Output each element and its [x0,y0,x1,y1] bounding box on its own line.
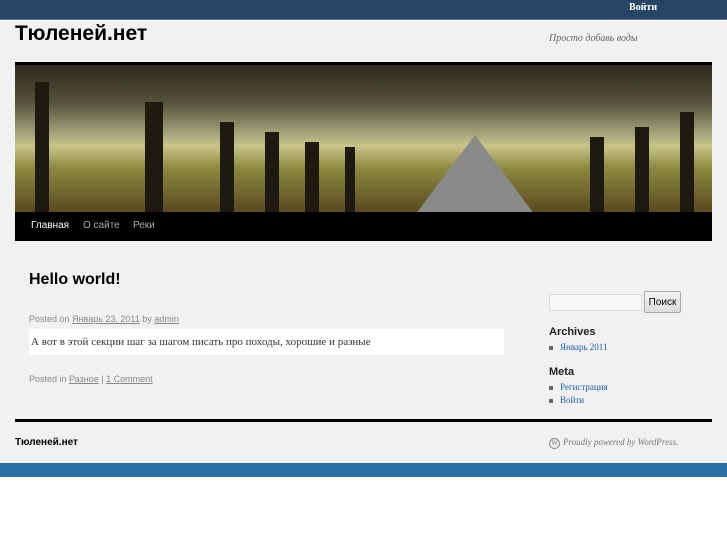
post-footer-meta: Posted in Разное | 1 Comment [29,374,153,384]
site-description: Просто добавь воды [549,33,638,44]
post-date-link[interactable]: Январь 23, 2011 [72,314,140,324]
site-title[interactable]: Тюленей.нет [15,22,147,46]
main-nav: Главная О сайте Реки [15,212,712,241]
by-label: by [142,314,152,324]
bullet-icon [549,398,553,403]
archives-title: Archives [549,326,596,338]
bottom-bar [0,463,727,477]
wordpress-icon: W [549,438,560,449]
separator: | [101,374,104,384]
post-title[interactable]: Hello world! [29,271,121,289]
login-link-sidebar[interactable]: Войти [560,395,584,405]
bullet-icon [549,385,553,390]
nav-home[interactable]: Главная [31,220,69,231]
archive-link[interactable]: Январь 2011 [560,342,607,352]
wordpress-link[interactable]: Proudly powered by WordPress. [563,437,678,447]
comments-link[interactable]: 1 Comment [106,374,153,384]
posted-in-label: Posted in [29,374,67,384]
footer-divider [15,419,712,422]
meta-title: Meta [549,366,575,378]
header-image [15,62,712,212]
footer-site-title[interactable]: Тюленей.нет [15,437,78,448]
nav-about[interactable]: О сайте [83,220,120,231]
posted-on-label: Posted on [29,314,70,324]
nav-rivers[interactable]: Реки [133,220,155,231]
powered-by: W Proudly powered by WordPress. [549,437,678,449]
meta-item: Войти [549,395,584,405]
bullet-icon [549,345,553,350]
category-link[interactable]: Разное [69,374,99,384]
search-input[interactable] [549,294,642,311]
author-link[interactable]: admin [154,314,179,324]
register-link[interactable]: Регистрация [560,382,608,392]
post-content: А вот в этой секции шаг за шагом писать … [29,329,504,355]
search-button[interactable]: Поиск [644,291,681,313]
archive-item: Январь 2011 [549,342,607,352]
post-meta: Posted on Январь 23, 2011 by admin [29,314,179,324]
meta-item: Регистрация [549,382,608,392]
